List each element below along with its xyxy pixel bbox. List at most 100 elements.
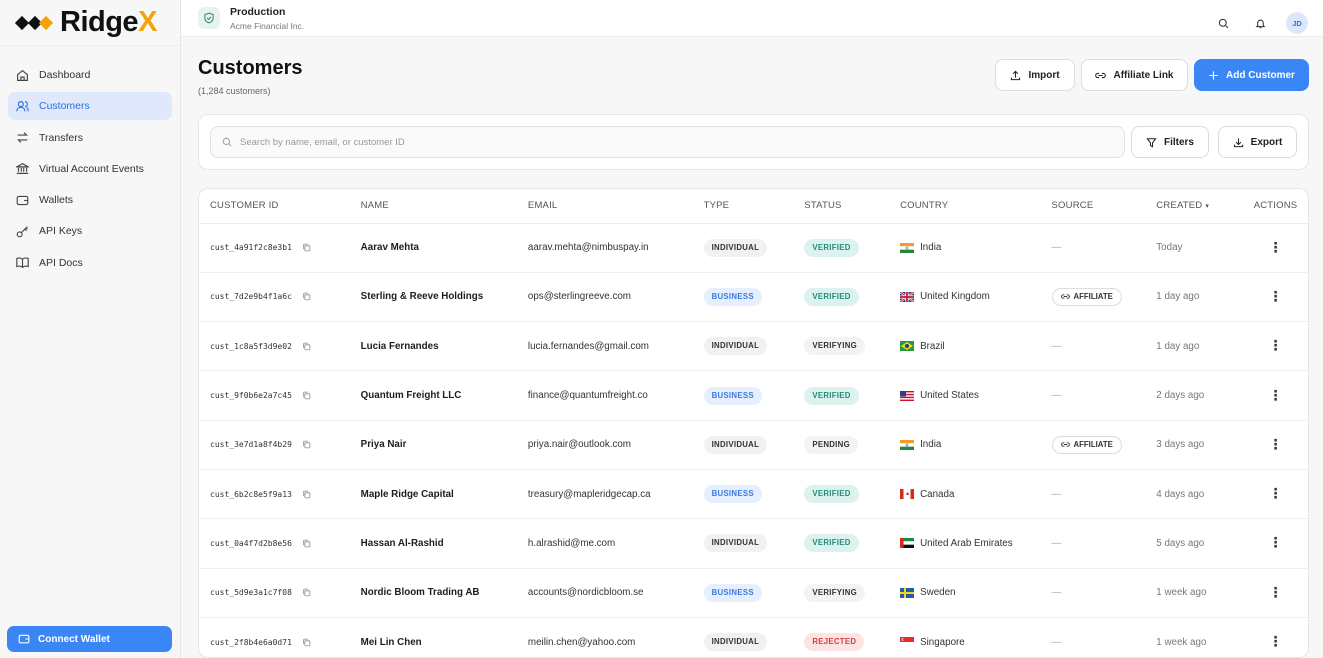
table-row[interactable]: cust_6b2c8e5f9a13 Maple Ridge Capital trea… xyxy=(199,469,1308,520)
copy-icon[interactable] xyxy=(302,342,311,351)
customer-id: cust_1c8a5f3d9e02 xyxy=(210,341,292,351)
copy-icon[interactable] xyxy=(302,292,311,301)
table-row[interactable]: cust_4a91f2c8e3b1 Aarav Mehta aarav.mehta@… xyxy=(199,223,1308,273)
search-input[interactable] xyxy=(240,136,1100,148)
copy-icon[interactable] xyxy=(302,391,311,400)
customer-name[interactable]: Sterling & Reeve Holdings xyxy=(361,291,484,302)
table-row[interactable]: cust_3e7d1a8f4b29 Priya Nair priya.nair@ou… xyxy=(199,420,1308,470)
more-vertical-icon[interactable]: ⋮ xyxy=(1268,535,1284,551)
more-vertical-icon[interactable]: ⋮ xyxy=(1268,388,1284,404)
source-empty: — xyxy=(1051,390,1062,402)
flag-icon xyxy=(900,341,920,352)
filters-button[interactable]: Filters xyxy=(1131,126,1209,158)
sidebar-item-transfers[interactable]: Transfers xyxy=(8,124,172,152)
table-header: CUSTOMER ID NAME EMAIL TYPE STATUS COUNT… xyxy=(199,189,1308,224)
cell-name: Quantum Freight LLC xyxy=(360,370,528,421)
cell-email: meilin.chen@yahoo.com xyxy=(527,617,704,657)
add-customer-button[interactable]: Add Customer xyxy=(1194,59,1309,91)
table-row[interactable]: cust_5d9e3a1c7f08 Nordic Bloom Trading AB… xyxy=(199,568,1308,618)
flag-icon xyxy=(900,637,920,648)
copy-icon[interactable] xyxy=(302,638,311,647)
created-date: 4 days ago xyxy=(1156,488,1205,500)
customer-name[interactable]: Quantum Freight LLC xyxy=(361,390,462,401)
table-row[interactable]: cust_0a4f7d2b8e56 Hassan Al-Rashid h.alras… xyxy=(199,518,1308,569)
cell-type: INDIVIDUAL xyxy=(703,321,805,372)
logo-text: RidgeX xyxy=(60,6,157,39)
export-button[interactable]: Export xyxy=(1218,126,1297,158)
organization-name: Acme Financial Inc. xyxy=(230,20,305,31)
cell-name: Sterling & Reeve Holdings xyxy=(360,272,528,323)
avatar[interactable]: JD xyxy=(1286,12,1308,34)
cell-name: Lucia Fernandes xyxy=(360,321,528,372)
sidebar: RidgeX Dashboard Customers Transfers Vir… xyxy=(0,0,181,658)
more-vertical-icon[interactable]: ⋮ xyxy=(1268,289,1284,305)
more-vertical-icon[interactable]: ⋮ xyxy=(1268,240,1284,256)
created-date: 1 day ago xyxy=(1156,291,1200,303)
created-date: 1 week ago xyxy=(1156,587,1207,599)
cell-name: Priya Nair xyxy=(360,420,528,470)
logo[interactable]: RidgeX xyxy=(0,0,180,46)
more-vertical-icon[interactable]: ⋮ xyxy=(1268,486,1284,502)
customer-name[interactable]: Priya Nair xyxy=(361,439,407,450)
flag-icon xyxy=(900,291,920,302)
cell-created: 1 week ago xyxy=(1156,568,1244,618)
cell-status: VERIFIED xyxy=(804,272,901,323)
column-email: EMAIL xyxy=(527,189,704,224)
customer-name[interactable]: Nordic Bloom Trading AB xyxy=(361,587,480,598)
customer-name[interactable]: Maple Ridge Capital xyxy=(361,489,454,500)
cell-name: Nordic Bloom Trading AB xyxy=(360,568,528,618)
cell-source: AFFILIATE xyxy=(1051,272,1157,323)
cell-type: INDIVIDUAL xyxy=(703,518,805,569)
country-name: Singapore xyxy=(920,636,965,648)
source-empty: — xyxy=(1051,587,1062,599)
sidebar-item-virtual-account-events[interactable]: Virtual Account Events xyxy=(8,155,172,183)
cell-customer-id: cust_3e7d1a8f4b29 xyxy=(199,420,361,470)
status-badge: PENDING xyxy=(804,435,858,454)
cell-actions: ⋮ xyxy=(1243,370,1308,421)
column-type: TYPE xyxy=(703,189,805,224)
customer-email: ops@sterlingreeve.com xyxy=(527,291,631,303)
customer-name[interactable]: Mei Lin Chen xyxy=(361,637,422,648)
connect-wallet-button[interactable]: Connect Wallet xyxy=(7,626,172,652)
copy-icon[interactable] xyxy=(302,243,311,252)
cell-email: lucia.fernandes@gmail.com xyxy=(527,321,704,372)
more-vertical-icon[interactable]: ⋮ xyxy=(1268,338,1284,354)
table-row[interactable]: cust_7d2e9b4f1a6c Sterling & Reeve Holdin… xyxy=(199,272,1308,323)
customer-name[interactable]: Hassan Al-Rashid xyxy=(361,538,444,549)
logo-mark-icon xyxy=(14,15,54,30)
search-icon xyxy=(1218,18,1228,28)
sidebar-item-dashboard[interactable]: Dashboard xyxy=(8,61,172,89)
table-row[interactable]: cust_9f0b6e2a7c45 Quantum Freight LLC fina… xyxy=(199,370,1308,421)
sidebar-item-api-docs[interactable]: API Docs xyxy=(8,249,172,277)
customer-name[interactable]: Lucia Fernandes xyxy=(361,341,439,352)
customer-id: cust_2f8b4e6a0d71 xyxy=(210,637,292,647)
more-vertical-icon[interactable]: ⋮ xyxy=(1268,634,1284,650)
search-button[interactable] xyxy=(1212,12,1234,34)
import-button[interactable]: Import xyxy=(995,59,1075,91)
notifications-button[interactable] xyxy=(1249,12,1271,34)
copy-icon[interactable] xyxy=(302,440,311,449)
table-row[interactable]: cust_1c8a5f3d9e02 Lucia Fernandes lucia.fe… xyxy=(199,321,1308,372)
type-badge: INDIVIDUAL xyxy=(703,534,768,553)
sidebar-item-label: Customers xyxy=(39,100,90,113)
customer-email: treasury@mapleridgecap.ca xyxy=(527,488,651,500)
affiliate-link-button[interactable]: Affiliate Link xyxy=(1081,59,1188,91)
more-vertical-icon[interactable]: ⋮ xyxy=(1268,585,1284,601)
sidebar-item-wallets[interactable]: Wallets xyxy=(8,186,172,214)
copy-icon[interactable] xyxy=(302,588,311,597)
table-row[interactable]: cust_2f8b4e6a0d71 Mei Lin Chen meilin.chen… xyxy=(199,617,1308,657)
copy-icon[interactable] xyxy=(302,490,311,499)
column-status: STATUS xyxy=(804,189,901,224)
cell-type: INDIVIDUAL xyxy=(703,420,805,470)
column-created[interactable]: CREATED ▾ xyxy=(1156,189,1244,224)
source-empty: — xyxy=(1051,636,1062,648)
search-box[interactable] xyxy=(210,126,1125,158)
copy-icon[interactable] xyxy=(302,539,311,548)
customer-name[interactable]: Aarav Mehta xyxy=(361,242,419,253)
sidebar-item-api-keys[interactable]: API Keys xyxy=(8,217,172,245)
cell-type: BUSINESS xyxy=(703,370,805,421)
environment-switcher[interactable]: Production Acme Financial Inc. xyxy=(230,6,304,31)
more-vertical-icon[interactable]: ⋮ xyxy=(1268,437,1284,453)
sidebar-item-customers[interactable]: Customers xyxy=(8,92,172,121)
cell-country: United Arab Emirates xyxy=(900,518,1052,569)
